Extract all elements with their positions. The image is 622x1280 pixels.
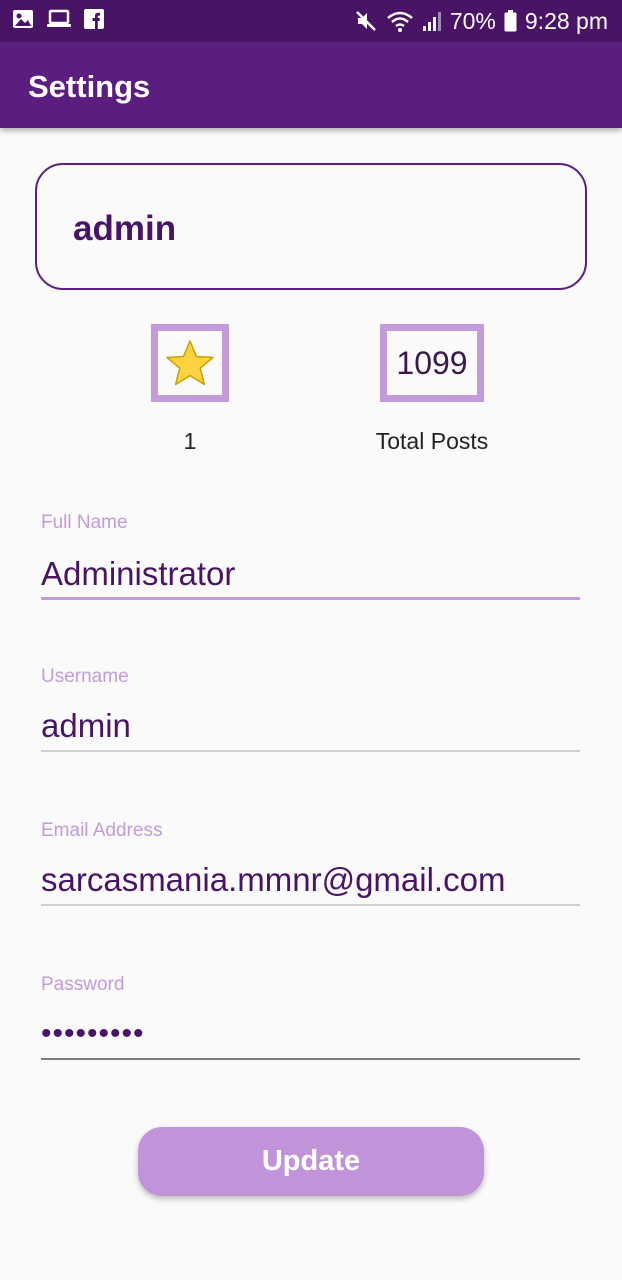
posts-count-badge: 1099 xyxy=(380,324,484,402)
password-underline xyxy=(41,1058,580,1060)
full-name-label: Full Name xyxy=(41,512,128,533)
username-input[interactable] xyxy=(41,704,580,748)
password-field: Password xyxy=(41,974,580,1064)
username-label: Username xyxy=(41,666,129,687)
gallery-icon xyxy=(13,10,33,28)
page-title: Settings xyxy=(28,69,151,104)
password-label: Password xyxy=(41,974,125,995)
posts-label: Total Posts xyxy=(375,428,489,454)
profile-name: admin xyxy=(73,209,177,248)
email-label: Email Address xyxy=(41,820,163,841)
username-field: Username xyxy=(41,666,580,756)
rating-value: 1 xyxy=(183,428,197,454)
notification-icons xyxy=(12,9,104,29)
email-input[interactable] xyxy=(41,858,580,902)
full-name-field: Full Name xyxy=(41,512,580,604)
update-button[interactable]: Update xyxy=(138,1127,484,1196)
full-name-underline xyxy=(41,597,580,600)
mute-icon xyxy=(355,11,376,31)
profile-card: admin xyxy=(35,163,587,290)
app-bar: Settings xyxy=(0,42,622,128)
rating-badge xyxy=(151,324,229,402)
username-underline xyxy=(41,750,580,752)
system-icons: 70% 9:28 pm xyxy=(354,6,608,36)
password-input[interactable] xyxy=(41,1012,580,1056)
email-field: Email Address xyxy=(41,820,580,910)
battery-icon xyxy=(504,10,517,32)
star-icon xyxy=(166,340,214,386)
status-bar: 70% 9:28 pm xyxy=(0,0,622,42)
posts-count: 1099 xyxy=(396,344,468,381)
full-name-input[interactable] xyxy=(41,552,580,596)
email-underline xyxy=(41,904,580,906)
wifi-icon xyxy=(387,11,413,32)
battery-percentage: 70% xyxy=(449,7,496,34)
facebook-icon xyxy=(84,9,104,29)
clock: 9:28 pm xyxy=(524,7,608,34)
signal-icon xyxy=(422,12,441,31)
laptop-icon xyxy=(47,9,71,27)
